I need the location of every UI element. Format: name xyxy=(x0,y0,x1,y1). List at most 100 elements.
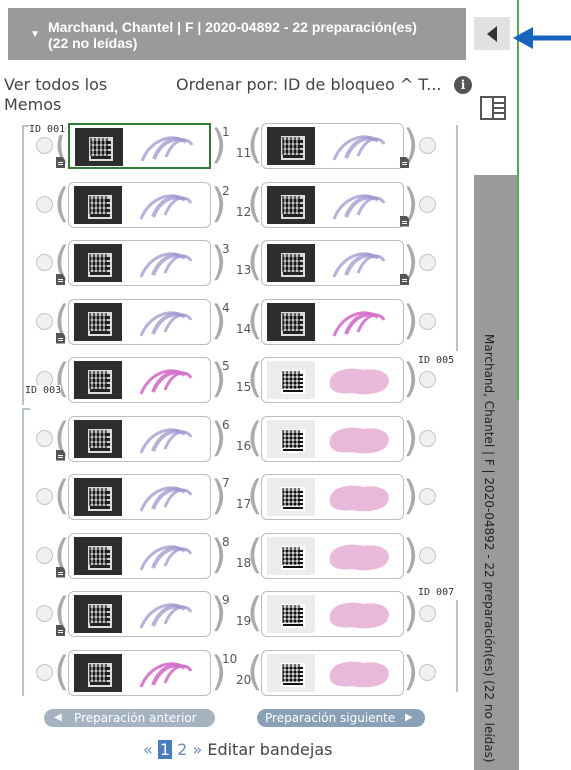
slide-card[interactable] xyxy=(261,357,404,403)
slide-select-radio[interactable] xyxy=(36,488,53,505)
block-id-label: ID 007 xyxy=(418,587,455,598)
arrow-left-icon: ◀ xyxy=(54,712,62,723)
info-icon[interactable]: i xyxy=(454,76,472,94)
slide-card[interactable] xyxy=(261,123,404,169)
sort-value[interactable]: ID de bloqueo xyxy=(283,75,395,94)
barcode-pattern xyxy=(89,546,107,565)
slide-card[interactable] xyxy=(68,649,211,696)
slide-select-radio[interactable] xyxy=(419,663,436,681)
slide-card[interactable] xyxy=(68,415,211,462)
case-title: Marchand, Chantel | F | 2020-04892 - 22 … xyxy=(48,19,417,51)
slide-card[interactable] xyxy=(261,649,404,696)
tissue-section xyxy=(332,310,386,337)
memo-icon[interactable] xyxy=(400,215,409,227)
slide-select-radio[interactable] xyxy=(36,195,53,213)
slide-select-radio[interactable] xyxy=(419,137,436,154)
slide-card[interactable] xyxy=(68,240,211,286)
slide-card[interactable] xyxy=(261,532,404,579)
barcode-pattern xyxy=(89,371,107,389)
collapse-panel-button[interactable] xyxy=(474,17,510,50)
memo-icon[interactable] xyxy=(56,449,65,461)
tissue-section xyxy=(139,427,193,454)
slide-number: 2 xyxy=(222,183,230,198)
slide-card[interactable] xyxy=(261,181,404,228)
slide-select-radio[interactable] xyxy=(36,137,53,154)
slide-label-image xyxy=(267,185,315,224)
page-1[interactable]: 1 xyxy=(157,740,173,759)
sort-control[interactable]: Ordenar por: ID de bloqueo ^ T... xyxy=(176,75,441,95)
slide-card[interactable] xyxy=(261,474,404,520)
slide-select-radio[interactable] xyxy=(36,663,53,681)
memo-icon[interactable] xyxy=(56,625,65,636)
memo-icon[interactable] xyxy=(56,566,65,578)
tray-view-tab[interactable] xyxy=(474,58,516,175)
sort-label: Ordenar por: xyxy=(176,75,279,94)
slide-select-radio[interactable] xyxy=(419,429,436,447)
slide-number: 18 xyxy=(236,555,252,570)
case-header[interactable]: ▼ Marchand, Chantel | F | 2020-04892 - 2… xyxy=(8,8,466,60)
barcode-pattern xyxy=(89,195,107,214)
barcode-pattern xyxy=(282,429,300,448)
memo-icon[interactable] xyxy=(56,157,65,168)
slide-select-radio[interactable] xyxy=(36,312,53,330)
slide-card[interactable] xyxy=(261,591,404,637)
previous-slide-button[interactable]: ◀ Preparación anterior xyxy=(44,709,215,727)
slide-select-radio[interactable] xyxy=(36,605,53,622)
slide-number: 20 xyxy=(236,672,252,687)
slide-card[interactable] xyxy=(261,415,404,462)
slide-select-radio[interactable] xyxy=(419,312,436,330)
pager-prev[interactable]: « xyxy=(143,740,153,759)
memo-icon[interactable] xyxy=(56,274,65,285)
slide-select-radio[interactable] xyxy=(419,488,436,505)
caret-left-icon xyxy=(487,26,497,42)
view-all-memos-link[interactable]: Ver todos los Memos xyxy=(4,75,144,115)
edit-trays-link[interactable]: Editar bandejas xyxy=(207,740,332,759)
slide-card[interactable] xyxy=(261,240,404,286)
page-2[interactable]: 2 xyxy=(177,740,187,759)
tissue-section xyxy=(332,252,386,278)
slide-card[interactable] xyxy=(68,181,211,228)
slide-select-radio[interactable] xyxy=(419,605,436,622)
bracket-right-paren: ) xyxy=(403,473,419,519)
collapsed-case-strip[interactable] xyxy=(474,175,519,770)
pager-next[interactable]: » xyxy=(192,740,202,759)
slide-card[interactable] xyxy=(68,123,211,169)
next-slide-button[interactable]: Preparación siguiente ▶ xyxy=(257,709,425,727)
slide-card[interactable] xyxy=(68,474,211,520)
slide-select-radio[interactable] xyxy=(36,546,53,564)
memo-icon[interactable] xyxy=(56,332,65,344)
slide-label-image xyxy=(267,653,315,692)
barcode-pattern xyxy=(89,605,107,623)
slide-select-radio[interactable] xyxy=(36,254,53,271)
slide-label-image xyxy=(74,244,122,282)
slide-number: 6 xyxy=(222,417,230,432)
barcode-pattern xyxy=(89,488,107,506)
slide-number: 11 xyxy=(236,146,252,160)
slide-number: 8 xyxy=(222,534,230,549)
tissue-section xyxy=(139,486,193,512)
slide-label-image xyxy=(74,419,122,458)
tissue-section xyxy=(139,252,193,278)
memo-icon[interactable] xyxy=(400,274,409,285)
slide-select-radio[interactable] xyxy=(419,371,436,388)
slide-label-image xyxy=(267,244,315,282)
slide-select-radio[interactable] xyxy=(419,195,436,213)
slide-card[interactable] xyxy=(68,591,211,637)
memo-icon[interactable] xyxy=(400,157,409,168)
slide-select-radio[interactable] xyxy=(36,429,53,447)
sort-truncated[interactable]: ^ T... xyxy=(400,75,442,94)
slide-card[interactable] xyxy=(261,298,404,345)
slide-card[interactable] xyxy=(68,532,211,579)
slide-card[interactable] xyxy=(68,357,211,403)
slide-number: 10 xyxy=(222,651,238,666)
slide-label-image xyxy=(74,185,122,224)
bracket-left-paren: ( xyxy=(54,473,70,519)
slide-number: 16 xyxy=(236,438,252,453)
slide-select-radio[interactable] xyxy=(419,546,436,564)
block-bracket xyxy=(450,125,458,351)
chevron-down-icon[interactable]: ▼ xyxy=(30,27,40,43)
tissue-section xyxy=(329,427,389,453)
bracket-right-paren: ) xyxy=(403,590,419,636)
slide-card[interactable] xyxy=(68,298,211,345)
slide-select-radio[interactable] xyxy=(419,254,436,271)
